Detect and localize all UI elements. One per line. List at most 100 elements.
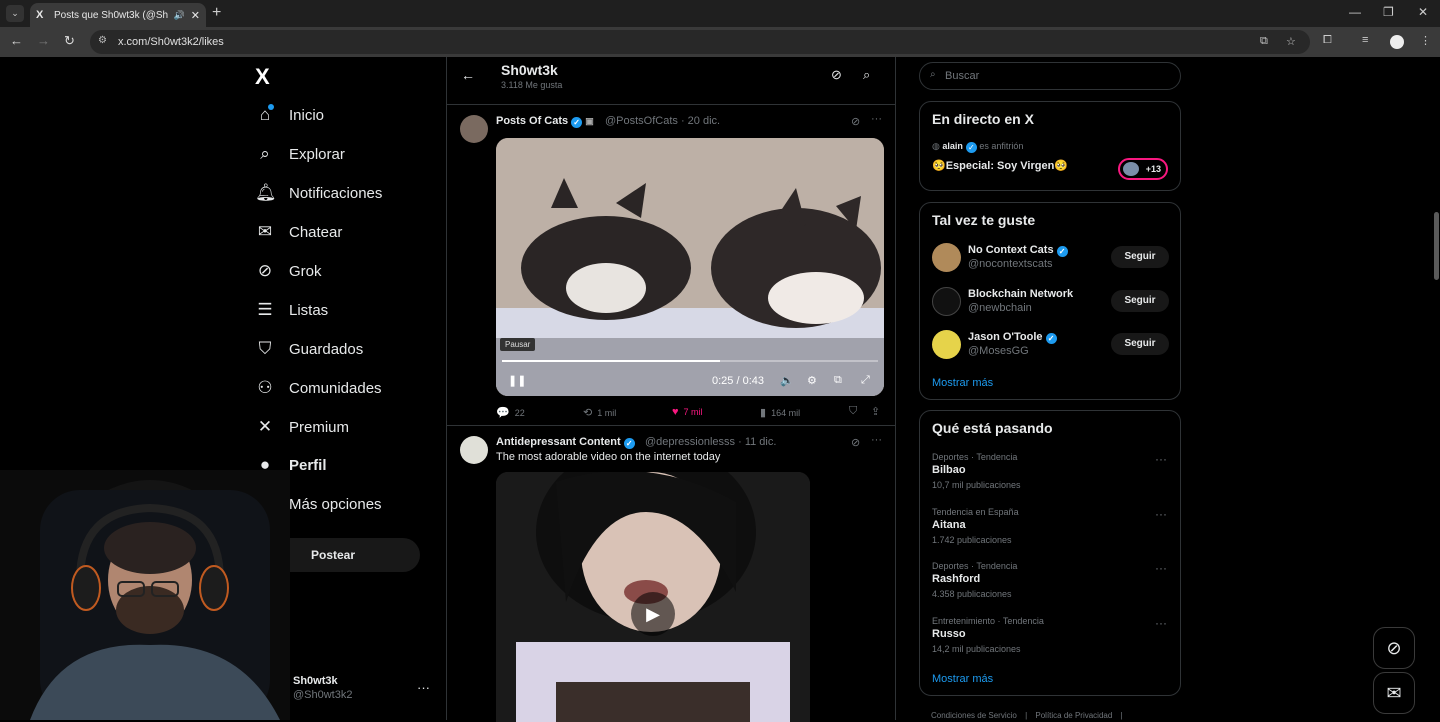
repost-button[interactable]: ⟲ 1 mil [583, 406, 616, 419]
address-bar[interactable]: ⚙ x.com/Sh0wt3k2/likes ⧉ ☆ [90, 30, 1310, 54]
follow-button[interactable]: Seguir [1111, 246, 1169, 268]
sidebar-item-chatear[interactable]: ✉ Chatear [255, 220, 343, 244]
follow-button[interactable]: Seguir [1111, 289, 1169, 312]
verified-badge-icon: ✓ [965, 142, 977, 153]
repost-icon: ⟲ [583, 407, 593, 419]
share-icon[interactable]: ⇪ [871, 405, 880, 418]
avatar[interactable] [460, 115, 488, 143]
avatar[interactable] [932, 330, 961, 359]
video-thumbnail[interactable]: ▶ [496, 472, 810, 722]
sidebar-item-comunidades[interactable]: ⚇ Comunidades [255, 376, 381, 400]
video-progress-bar[interactable] [502, 360, 878, 362]
x-icon: ✕ [257, 417, 273, 436]
play-icon[interactable]: ▶ [631, 592, 675, 636]
trends-card: Qué está pasando Deportes · Tendencia Bil… [919, 410, 1181, 696]
pip-icon[interactable]: ⧉ [834, 374, 842, 387]
forward-icon[interactable]: → [37, 33, 50, 48]
avatar[interactable] [460, 436, 488, 464]
sidebar-item-label: Chatear [289, 223, 343, 241]
volume-icon[interactable]: 🔈 [780, 374, 794, 387]
account-name[interactable]: Sh0wt3k [293, 675, 338, 687]
suggestion-name[interactable]: Jason O'Toole ✓ [968, 331, 1057, 344]
avatar[interactable] [932, 286, 961, 316]
more-icon[interactable]: ··· [871, 113, 882, 125]
show-more-link[interactable]: Mostrar más [932, 673, 993, 685]
messages-fab-icon[interactable]: ✉ [1373, 672, 1415, 714]
account-more-icon[interactable]: ··· [417, 680, 430, 695]
reload-icon[interactable]: ↻ [64, 33, 75, 49]
bookmark-icon[interactable]: ⛉ [849, 405, 857, 418]
suggestion-name[interactable]: No Context Cats ✓ [968, 244, 1068, 257]
avatar[interactable] [932, 243, 961, 272]
live-host[interactable]: ◍ alain ✓ es anfitrión [932, 141, 1023, 153]
more-icon[interactable]: ··· [1155, 452, 1167, 466]
url-text[interactable]: x.com/Sh0wt3k2/likes [118, 36, 224, 48]
close-window-icon[interactable]: ✕ [1418, 5, 1428, 19]
listeners-badge[interactable]: +13 [1118, 158, 1168, 180]
x-logo[interactable]: X [255, 64, 270, 90]
sidebar-item-grok[interactable]: ⊘ Grok [255, 259, 322, 283]
menu-icon[interactable]: ⋮ [1420, 34, 1431, 47]
sidebar-item-listas[interactable]: ☰ Listas [255, 298, 328, 322]
like-button[interactable]: ♥ 7 mil [672, 406, 703, 418]
space-title[interactable]: 🥺Especial: Soy Virgen🥺 [932, 159, 1068, 172]
page-scrollbar[interactable] [1432, 60, 1440, 720]
browser-tab[interactable]: X Posts que Sh0wt3k (@Sh0w 🔊 ✕ [30, 3, 206, 27]
fullscreen-icon[interactable]: ⤢ [861, 374, 870, 387]
privacy-link[interactable]: Política de Privacidad [1035, 711, 1112, 720]
grok-fab-icon[interactable]: ⊘ [1373, 627, 1415, 669]
settings-icon[interactable]: ⚙ [807, 374, 817, 387]
bookmark-star-icon[interactable]: ☆ [1286, 35, 1296, 48]
tweet-author[interactable]: Posts Of Cats ✓ ▣ [496, 115, 594, 128]
sidebar-item-label: Notificaciones [289, 184, 383, 202]
follow-button[interactable]: Seguir [1111, 333, 1169, 355]
sidebar-item-notificaciones[interactable]: 🔔︎ Notificaciones [255, 181, 382, 205]
more-icon[interactable]: ··· [1155, 616, 1167, 630]
profile-avatar[interactable] [1390, 35, 1404, 49]
media-control-icon[interactable]: ≡ [1362, 34, 1368, 46]
terms-link[interactable]: Condiciones de Servicio [931, 711, 1017, 720]
suggestion-name[interactable]: Blockchain Network [968, 288, 1073, 300]
close-tab-icon[interactable]: ✕ [191, 9, 200, 22]
sidebar-item-label: Guardados [289, 340, 364, 358]
profile-header: ← Sh0wt3k 3.118 Me gusta ⊘ ⌕ [447, 57, 895, 105]
tweet-author[interactable]: Antidepressant Content ✓ [496, 436, 635, 449]
sidebar-item-premium[interactable]: ✕ Premium [255, 415, 349, 439]
more-icon[interactable]: ··· [1155, 507, 1167, 521]
restore-icon[interactable]: ❐ [1383, 5, 1394, 19]
trend-name: Russo [932, 627, 966, 640]
site-info-icon[interactable]: ⚙ [98, 35, 107, 46]
reply-button[interactable]: 💬 22 [496, 406, 525, 419]
tweet-meta: @depressionlesss · 11 dic. [645, 436, 777, 448]
suggestion-handle: @newbchain [968, 301, 1032, 314]
speaker-icon[interactable]: 🔊 [174, 10, 185, 21]
tab-search-dropdown-icon[interactable]: ⌄ [6, 5, 24, 22]
trend-count: 10,7 mil publicaciones [932, 480, 1021, 490]
sidebar-item-inicio[interactable]: ⌂ Inicio [255, 103, 324, 127]
video-player[interactable]: Pausar ❚❚ 0:25 / 0:43 🔈 ⚙ ⧉ ⤢ [496, 138, 884, 396]
profile-name: Sh0wt3k [501, 62, 558, 78]
views-button[interactable]: ▮ 164 mil [760, 406, 800, 419]
back-arrow-icon[interactable]: ← [461, 67, 475, 83]
search-icon: ⌕ [260, 144, 270, 163]
grok-icon[interactable]: ⊘ [831, 67, 842, 83]
pause-icon[interactable]: ❚❚ [508, 374, 526, 387]
extensions-icon[interactable]: ⧠ [1323, 34, 1332, 47]
grok-icon[interactable]: ⊘ [851, 115, 860, 128]
sidebar-item-guardados[interactable]: ⛉ Guardados [255, 337, 364, 361]
show-more-link[interactable]: Mostrar más [932, 377, 993, 389]
video-time: 0:25 / 0:43 [712, 375, 764, 387]
more-icon[interactable]: ··· [1155, 561, 1167, 575]
minimize-icon[interactable]: — [1349, 5, 1361, 19]
verified-badge-icon: ✓ [571, 117, 583, 128]
account-handle[interactable]: @Sh0wt3k2 [293, 689, 352, 701]
suggestions-card: Tal vez te guste No Context Cats ✓ @nocont… [919, 202, 1181, 400]
more-icon[interactable]: ··· [871, 434, 882, 446]
install-app-icon[interactable]: ⧉ [1260, 35, 1268, 48]
new-tab-button[interactable]: + [212, 4, 221, 22]
search-input[interactable]: ⌕ Buscar [919, 62, 1181, 90]
sidebar-item-explorar[interactable]: ⌕ Explorar [255, 142, 345, 166]
grok-icon[interactable]: ⊘ [851, 436, 860, 449]
back-icon[interactable]: ← [10, 33, 23, 48]
search-icon[interactable]: ⌕ [863, 67, 870, 83]
